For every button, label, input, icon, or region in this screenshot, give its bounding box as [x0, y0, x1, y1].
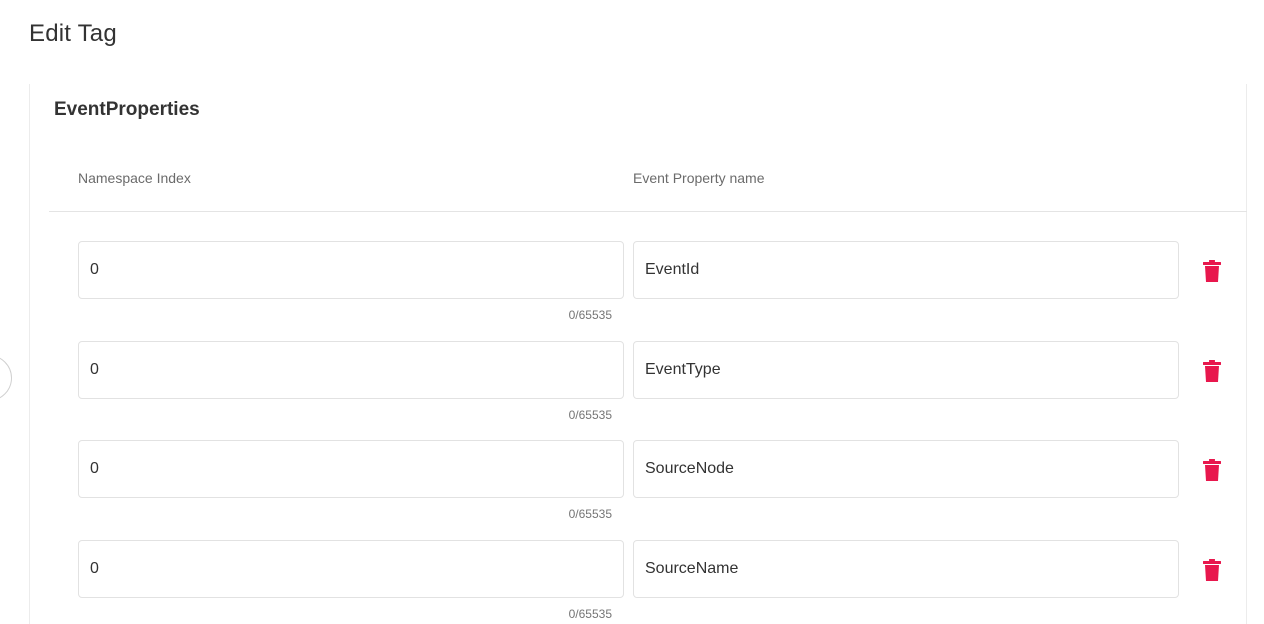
namespace-index-counter: 0/65535	[568, 607, 612, 621]
delete-row-button[interactable]	[1200, 458, 1224, 482]
event-property-name-input[interactable]: EventId	[633, 241, 1179, 299]
trash-icon	[1203, 559, 1221, 581]
event-property-name-input[interactable]: SourceNode	[633, 440, 1179, 498]
event-property-name-value: SourceNode	[645, 460, 734, 477]
event-property-name-input[interactable]: SourceName	[633, 540, 1179, 598]
namespace-index-value: 0	[90, 361, 99, 378]
namespace-index-input[interactable]: 0	[78, 540, 624, 598]
column-header-namespace-index: Namespace Index	[78, 170, 191, 186]
trash-icon	[1203, 260, 1221, 282]
namespace-index-value: 0	[90, 261, 99, 278]
event-property-name-value: EventType	[645, 361, 721, 378]
event-property-row: 0 0/65535 EventType	[30, 341, 1246, 441]
event-property-name-value: EventId	[645, 261, 700, 278]
header-divider	[49, 211, 1247, 212]
event-property-row: 0 0/65535 SourceNode	[30, 440, 1246, 540]
delete-row-button[interactable]	[1200, 259, 1224, 283]
namespace-index-input[interactable]: 0	[78, 440, 624, 498]
namespace-index-counter: 0/65535	[568, 408, 612, 422]
namespace-index-value: 0	[90, 560, 99, 577]
namespace-index-input[interactable]: 0	[78, 341, 624, 399]
page: Edit Tag EventProperties Namespace Index…	[0, 0, 1264, 624]
namespace-index-counter: 0/65535	[568, 507, 612, 521]
section-title: EventProperties	[54, 99, 200, 120]
event-property-name-input[interactable]: EventType	[633, 341, 1179, 399]
namespace-index-input[interactable]: 0	[78, 241, 624, 299]
trash-icon	[1203, 360, 1221, 382]
delete-row-button[interactable]	[1200, 359, 1224, 383]
delete-row-button[interactable]	[1200, 558, 1224, 582]
column-header-event-property-name: Event Property name	[633, 170, 765, 186]
event-property-row: 0 0/65535 SourceName	[30, 540, 1246, 624]
event-property-name-value: SourceName	[645, 560, 739, 577]
namespace-index-value: 0	[90, 460, 99, 477]
event-properties-card: EventProperties Namespace Index Event Pr…	[29, 84, 1247, 624]
sidebar-toggle-button[interactable]	[0, 355, 12, 401]
event-property-row: 0 0/65535 EventId	[30, 241, 1246, 341]
page-title: Edit Tag	[29, 20, 117, 47]
trash-icon	[1203, 459, 1221, 481]
namespace-index-counter: 0/65535	[568, 308, 612, 322]
